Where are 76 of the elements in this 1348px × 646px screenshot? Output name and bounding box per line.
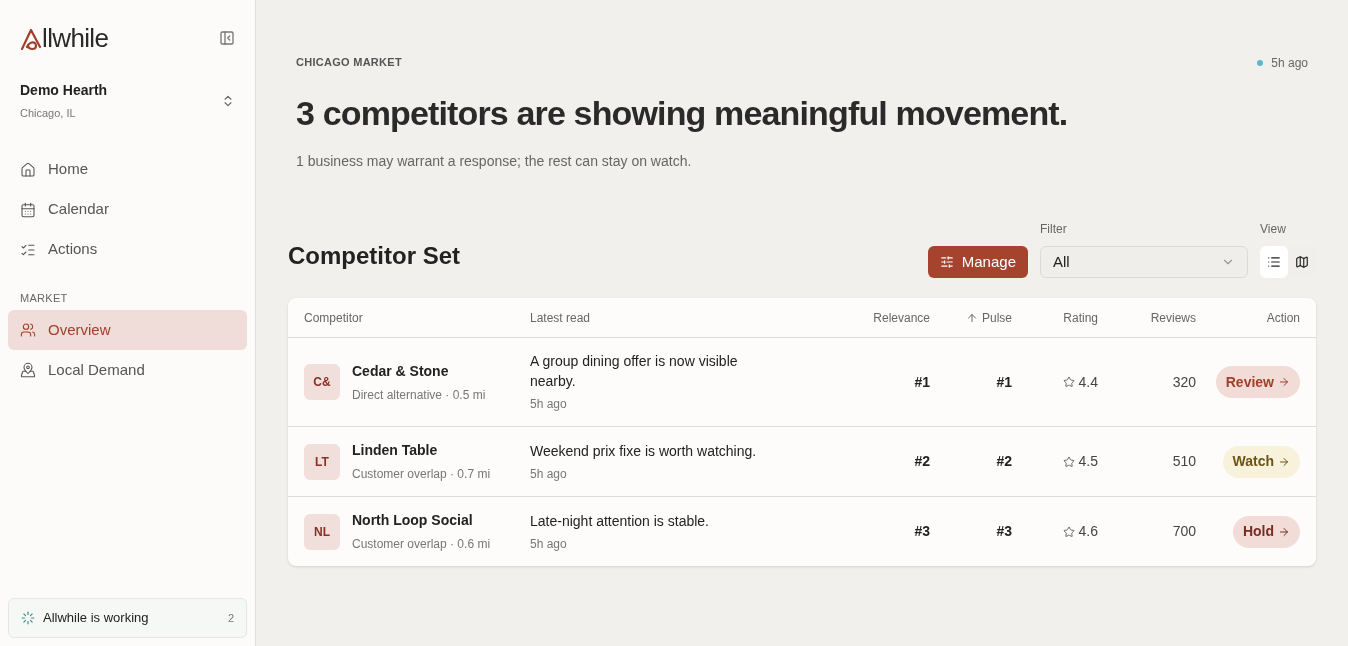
arrow-right-icon xyxy=(1278,455,1290,468)
latest-read: Weekend prix fixe is worth watching. xyxy=(530,441,758,461)
home-icon xyxy=(20,161,36,178)
action-button[interactable]: Watch xyxy=(1222,445,1300,478)
reviews-cell-text: 510 xyxy=(1172,452,1196,471)
updated-time: 5h ago xyxy=(1271,55,1308,72)
users-icon xyxy=(20,322,36,338)
sort-arrow-icon xyxy=(965,311,978,324)
manage-button[interactable]: Manage xyxy=(927,246,1028,278)
rating-cell-text: 4.4 xyxy=(1078,372,1098,392)
map-pin-icon xyxy=(20,362,36,378)
logo-text: llwhile xyxy=(42,25,109,51)
section-label: MARKET xyxy=(19,290,69,306)
spinner-icon xyxy=(21,611,35,625)
competitor-name: Linden Table xyxy=(352,441,439,460)
nav-item[interactable]: Overview xyxy=(8,310,247,350)
nav-item[interactable]: Local Demand xyxy=(8,350,247,390)
pulse-cell-text: #2 xyxy=(996,452,1012,471)
competitor-name: Cedar & Stone xyxy=(352,361,450,381)
pulse-cell-text: #1 xyxy=(996,372,1012,392)
competitor-detail: Direct alternative · 0.5 mi xyxy=(352,386,486,404)
initials-avatar: NL xyxy=(304,513,340,550)
page-subtitle: 1 business may warrant a response; the rest can stay on watch. xyxy=(295,152,693,171)
action-button[interactable]: Hold xyxy=(1232,515,1300,548)
nav-item[interactable]: Actions xyxy=(8,229,247,270)
column-header: Relevance xyxy=(873,309,930,327)
rating-cell-text: 4.6 xyxy=(1078,522,1098,541)
status-count: 2 xyxy=(227,610,234,626)
page-title: 3 competitors are showing meaningful movement. xyxy=(295,93,1069,134)
map-icon xyxy=(1295,255,1309,269)
column-header: Latest read xyxy=(530,309,592,327)
rating-cell-text: 4.5 xyxy=(1078,452,1098,471)
read-time: 5h ago xyxy=(530,396,568,413)
star-icon xyxy=(1062,525,1075,538)
star-icon xyxy=(1062,376,1075,388)
reviews-cell-text: 320 xyxy=(1172,372,1196,392)
initials-avatar: LT xyxy=(304,443,340,480)
latest-read: A group dining offer is now visible nearby. xyxy=(530,352,739,391)
nav-item[interactable]: Home xyxy=(8,149,247,190)
section-title: Competitor Set xyxy=(288,241,460,271)
action-button[interactable]: Review xyxy=(1215,366,1300,398)
status-label: Allwhile is working xyxy=(43,609,150,628)
column-header: Rating xyxy=(1063,309,1098,327)
market-eyebrow: CHICAGO MARKET xyxy=(296,55,402,70)
read-time: 5h ago xyxy=(530,465,568,483)
nav-item[interactable]: Calendar xyxy=(8,189,247,230)
initials-avatar: C& xyxy=(304,364,340,400)
filter-select[interactable]: All xyxy=(1040,246,1248,278)
logo-mark-icon xyxy=(20,27,42,51)
relevance-cell-text: #1 xyxy=(914,372,930,392)
column-header: Competitor xyxy=(304,309,364,327)
competitor-detail: Customer overlap · 0.7 mi xyxy=(352,466,491,483)
arrow-right-icon xyxy=(1278,525,1290,538)
column-header: Pulse xyxy=(965,308,1012,327)
competitor-detail: Customer overlap · 0.6 mi xyxy=(352,536,491,553)
collapse-sidebar-icon[interactable] xyxy=(219,30,235,46)
workspace-location: Chicago, IL xyxy=(20,106,77,121)
calendar-icon xyxy=(20,201,36,218)
pulse-cell-text: #3 xyxy=(996,522,1012,541)
filter-label: Filter xyxy=(1040,221,1068,238)
view-label: View xyxy=(1260,221,1287,238)
reviews-cell-text: 700 xyxy=(1172,522,1196,541)
list-icon xyxy=(1267,255,1281,269)
column-header: Reviews xyxy=(1150,309,1196,327)
relevance-cell-text: #2 xyxy=(914,452,930,471)
arrow-right-icon xyxy=(1278,376,1290,388)
competitor-name: North Loop Social xyxy=(352,511,474,530)
relevance-cell-text: #3 xyxy=(914,522,930,541)
workspace-switcher[interactable]: Demo Hearth Chicago, IL xyxy=(8,80,247,122)
workspace-name: Demo Hearth xyxy=(20,81,108,100)
star-icon xyxy=(1062,455,1075,468)
column-header: Action xyxy=(1266,309,1300,327)
status-card[interactable]: Allwhile is working 2 xyxy=(8,598,247,638)
read-time: 5h ago xyxy=(530,535,568,553)
latest-read: Late-night attention is stable. xyxy=(530,511,710,531)
sliders-icon xyxy=(939,255,954,269)
